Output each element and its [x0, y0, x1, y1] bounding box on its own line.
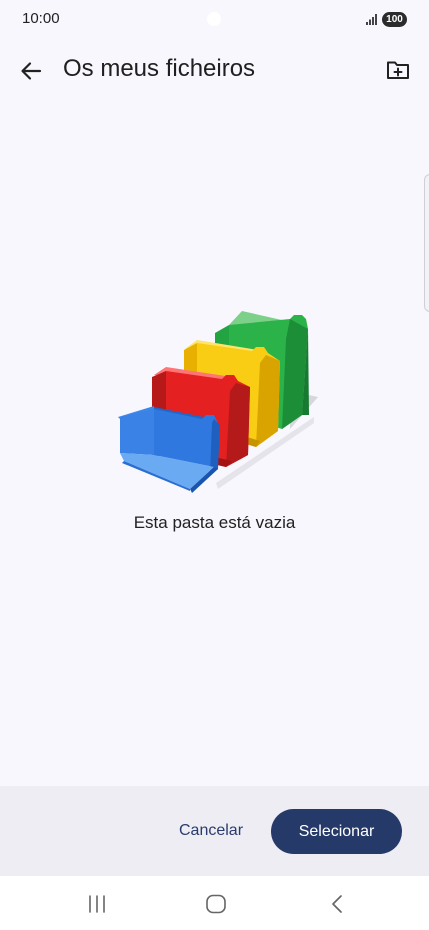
bottom-action-bar: Cancelar Selecionar: [0, 786, 429, 876]
app-header: Os meus ficheiros: [0, 44, 429, 96]
battery-icon: 100: [382, 12, 407, 27]
home-button[interactable]: [201, 892, 231, 916]
back-icon: [332, 895, 342, 913]
status-time: 10:00: [22, 10, 60, 27]
page-title: Os meus ficheiros: [63, 55, 256, 82]
blue-folder-icon: [118, 406, 220, 493]
nav-back-button[interactable]: [322, 892, 352, 916]
camera-cutout: [207, 12, 221, 26]
recents-button[interactable]: [82, 892, 112, 916]
status-bar: 10:00 100: [0, 0, 429, 40]
cancel-button[interactable]: Cancelar: [166, 808, 256, 854]
select-button[interactable]: Selecionar: [271, 809, 402, 854]
navigation-bar: [0, 876, 429, 930]
scroll-handle[interactable]: [424, 174, 429, 312]
empty-folders-illustration: [118, 311, 318, 493]
arrow-left-icon: [21, 62, 42, 80]
home-icon: [206, 894, 226, 914]
recents-icon: [89, 895, 105, 913]
new-folder-icon: [387, 61, 409, 79]
signal-icon: [366, 14, 377, 25]
back-button[interactable]: [14, 54, 48, 88]
new-folder-button[interactable]: [381, 53, 415, 87]
empty-state-message: Esta pasta está vazia: [133, 513, 296, 532]
